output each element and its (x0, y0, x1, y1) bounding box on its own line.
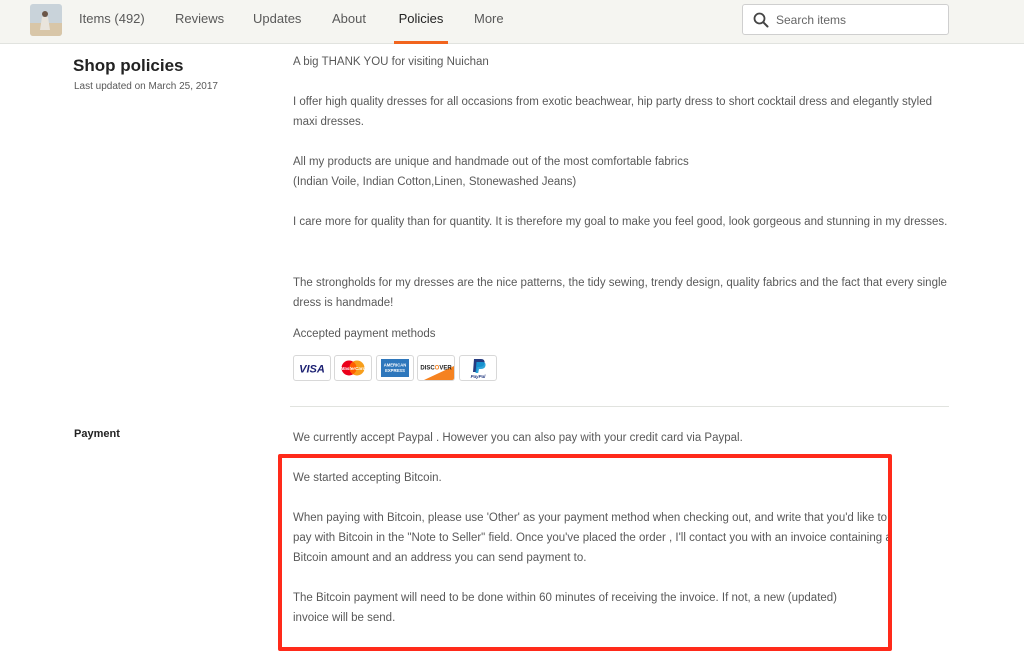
payment-section-label: Payment (74, 428, 120, 440)
welcome-paragraph: A big THANK YOU for visiting Nuichan (293, 56, 489, 68)
section-divider (290, 406, 949, 407)
svg-text:EXPRESS: EXPRESS (385, 368, 405, 373)
svg-text:PayPal: PayPal (471, 374, 487, 379)
payment-methods-heading: Accepted payment methods (293, 328, 436, 340)
strongholds-paragraph: The strongholds for my dresses are the n… (293, 277, 947, 309)
shop-nav-bar: Items (492) Reviews Updates About Polici… (0, 0, 1024, 44)
paypal-icon: PayPal (459, 355, 497, 381)
amex-card-icon: AMERICAN EXPRESS (376, 355, 414, 381)
offer-paragraph: I offer high quality dresses for all occ… (293, 96, 932, 128)
products-paragraph: All my products are unique and handmade … (293, 156, 689, 168)
mastercard-icon: MasterCard (334, 355, 372, 381)
active-tab-indicator (394, 41, 448, 44)
search-input[interactable] (776, 10, 941, 30)
svg-text:DISCOVER: DISCOVER (420, 366, 452, 372)
search-box[interactable] (742, 4, 949, 35)
search-icon[interactable] (752, 11, 770, 29)
tab-reviews[interactable]: Reviews (175, 0, 224, 44)
page-title: Shop policies (73, 56, 184, 75)
tab-policies[interactable]: Policies (394, 0, 448, 44)
svg-text:VISA: VISA (299, 364, 325, 376)
svg-text:AMERICAN: AMERICAN (384, 363, 407, 368)
discover-card-icon: DISCOVER (417, 355, 455, 381)
svg-text:MasterCard: MasterCard (341, 366, 366, 371)
fabrics-paragraph: (Indian Voile, Indian Cotton,Linen, Ston… (293, 176, 577, 188)
last-updated-text: Last updated on March 25, 2017 (74, 81, 218, 92)
payment-paypal-paragraph: We currently accept Paypal . However you… (293, 432, 743, 444)
bitcoin-highlight-box (278, 454, 892, 651)
shop-avatar[interactable] (30, 4, 62, 36)
quality-paragraph: I care more for quality than for quantit… (293, 216, 948, 228)
tab-more[interactable]: More (474, 0, 504, 44)
visa-card-icon: VISA (293, 355, 331, 381)
tab-about[interactable]: About (332, 0, 366, 44)
tab-items[interactable]: Items (492) (79, 0, 145, 44)
tab-updates[interactable]: Updates (253, 0, 301, 44)
